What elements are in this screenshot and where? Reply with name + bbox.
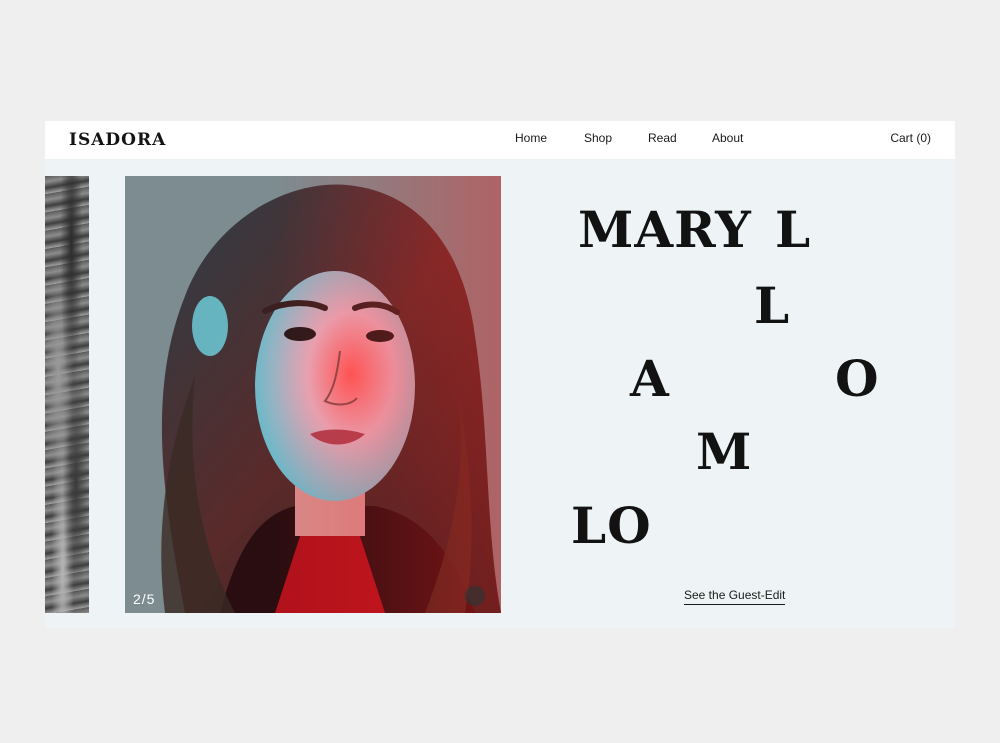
nav-shop[interactable]: Shop — [584, 131, 612, 145]
hero-word-lo: LO — [571, 496, 652, 555]
portrait-illustration — [125, 176, 501, 613]
hero-letter-o: O — [835, 349, 879, 408]
hero-letter-a: A — [630, 349, 669, 408]
hero-word-mary: MARY — [578, 200, 752, 259]
hero-letter-m: M — [696, 422, 752, 481]
hero-letter-l-middle: L — [754, 276, 790, 335]
previous-slide-image[interactable] — [45, 176, 89, 613]
cart-link[interactable]: Cart (0) — [890, 131, 931, 145]
page-frame: ISADORA Home Shop Read About Cart (0) 2/… — [45, 121, 955, 628]
slide-counter: 2/5 — [133, 591, 156, 607]
nav-read[interactable]: Read — [648, 131, 677, 145]
site-logo[interactable]: ISADORA — [69, 130, 166, 150]
hero-letter-l-top: L — [775, 200, 811, 259]
nav-about[interactable]: About — [712, 131, 743, 145]
portrait-image: 2/5 — [125, 176, 501, 613]
nav-home[interactable]: Home — [515, 131, 547, 145]
guest-edit-link[interactable]: See the Guest-Edit — [684, 588, 786, 605]
site-header: ISADORA Home Shop Read About Cart (0) — [45, 121, 955, 159]
